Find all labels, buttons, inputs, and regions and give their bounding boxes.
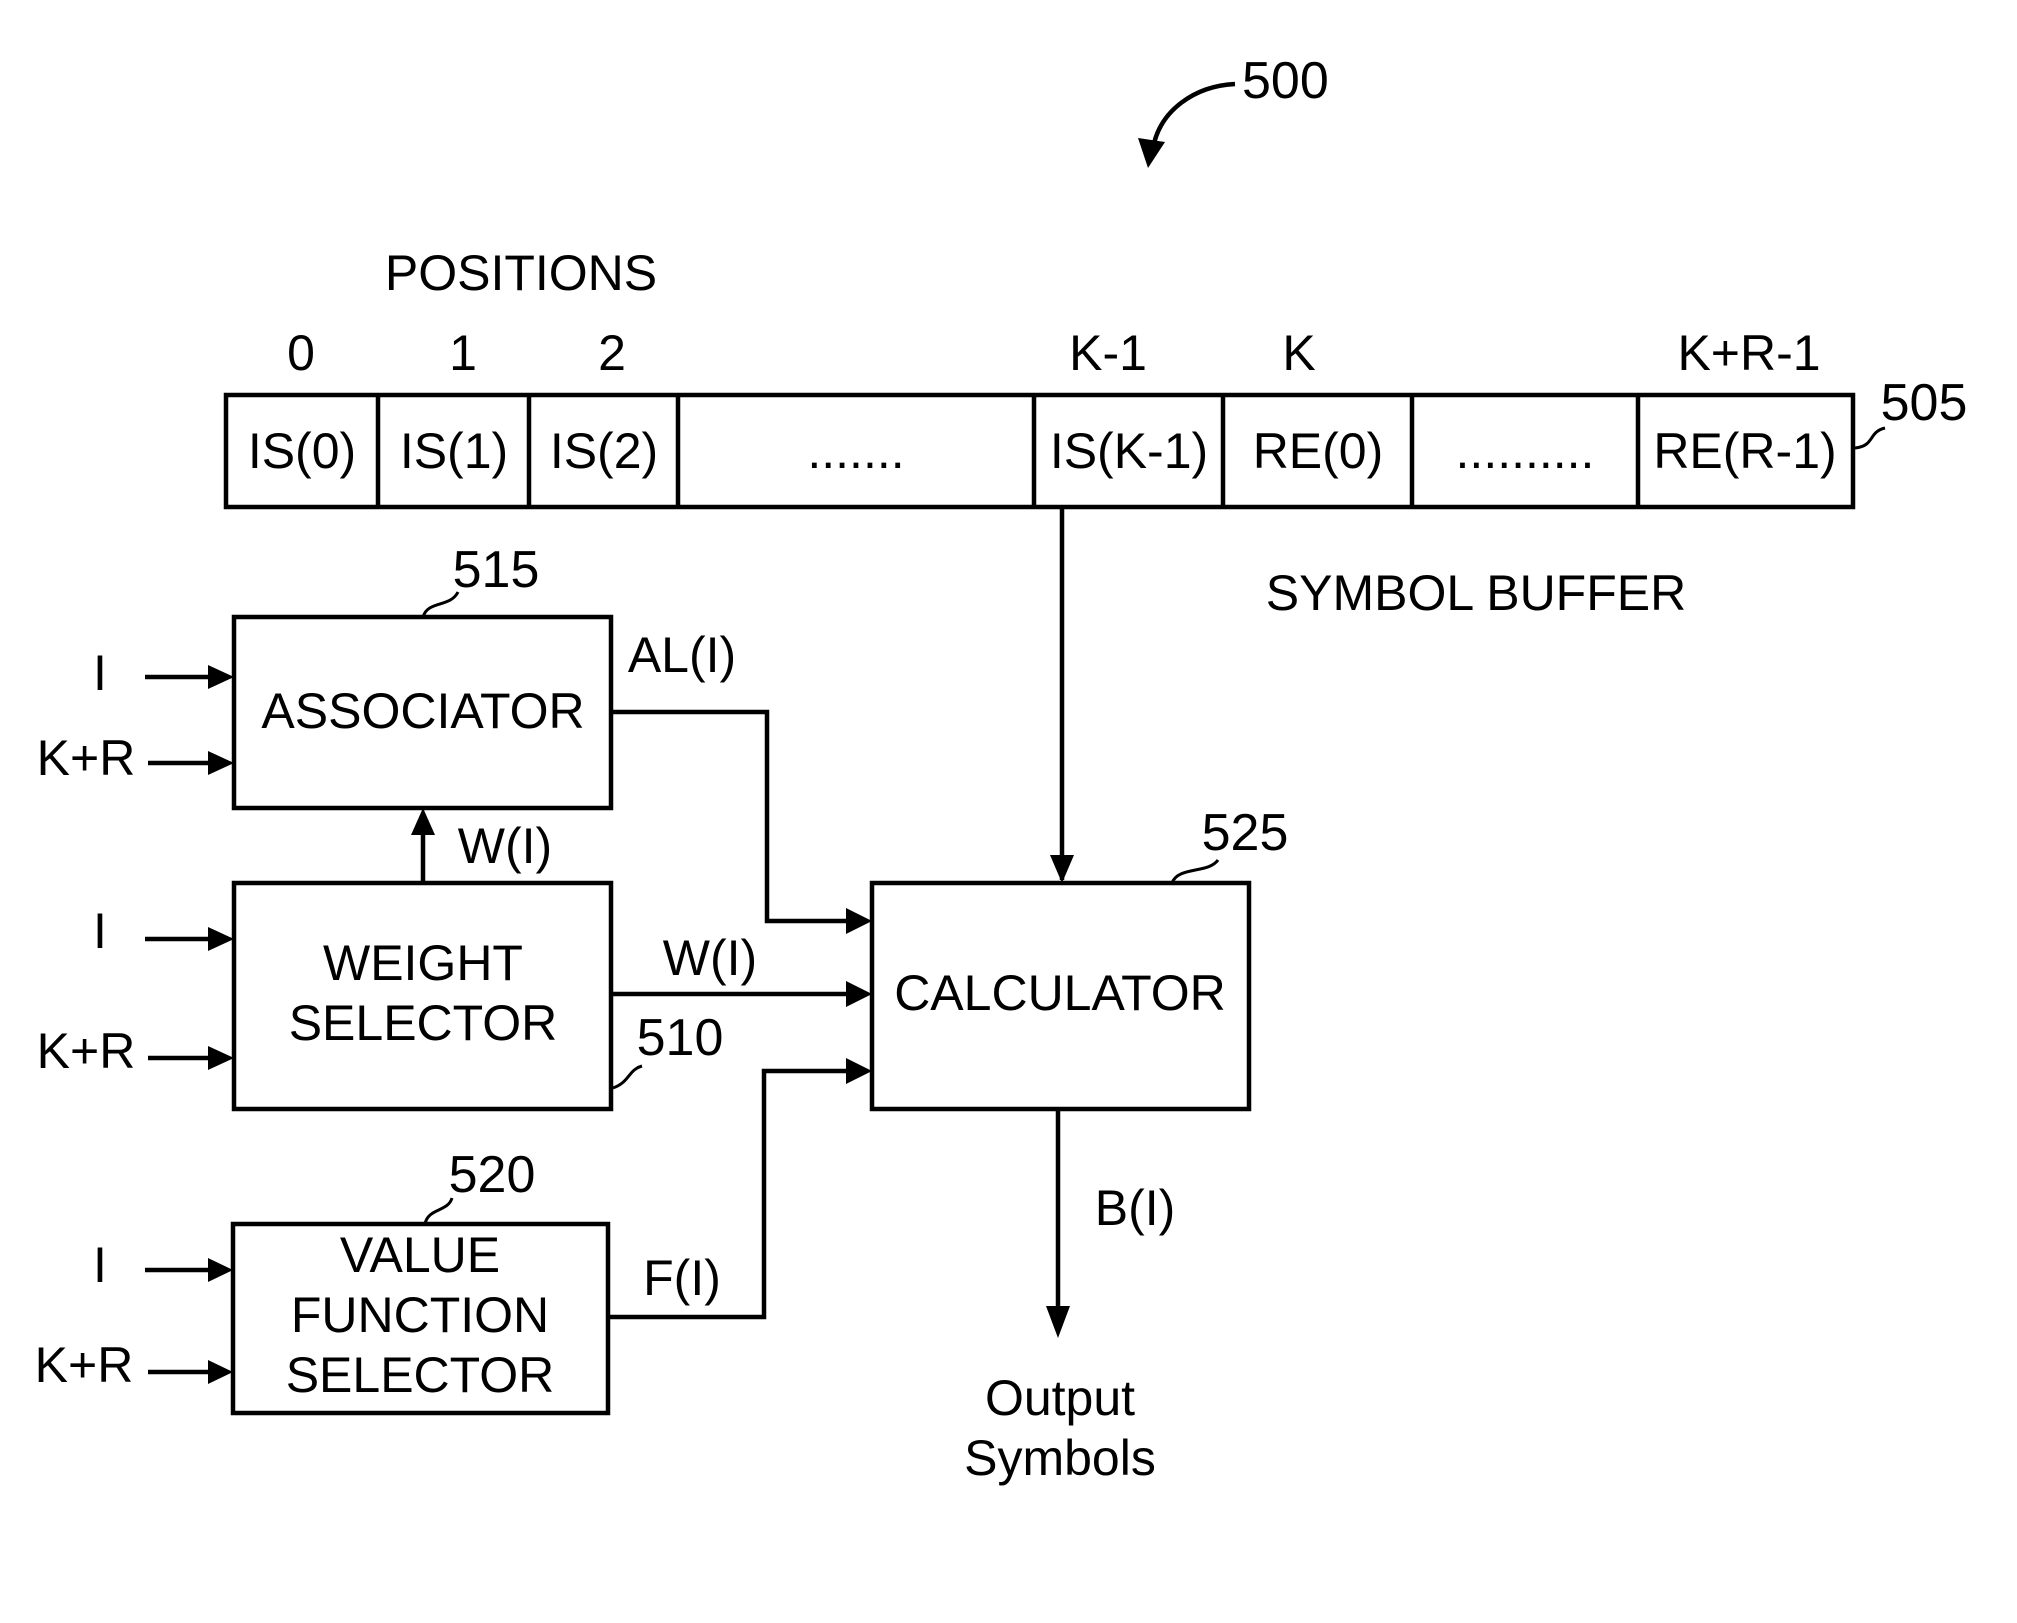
block-diagram: 500 POSITIONS 0 1 2 K-1 K K+R-1 IS(0) IS… (35, 52, 1968, 1486)
input-label: I (93, 903, 107, 959)
associator-block: 515 ASSOCIATOR I K+R AL(I) (37, 541, 736, 811)
position-label: K (1282, 325, 1315, 381)
al-output-line (611, 709, 850, 924)
buffer-cell: IS(2) (550, 423, 658, 479)
weight-selector-ref-number: 510 (637, 1009, 724, 1067)
position-label: 0 (287, 325, 315, 381)
weight-selector-block: WEIGHT SELECTOR W(I) I K+R W(I) 510 (37, 808, 872, 1112)
buffer-cell: IS(1) (400, 423, 508, 479)
arrowhead (846, 981, 872, 1007)
figure-reference: 500 (1138, 52, 1329, 168)
value-function-label-line: SELECTOR (286, 1347, 555, 1403)
weight-to-calculator-label: W(I) (663, 930, 757, 986)
arrowhead (208, 1258, 233, 1282)
buffer-title: SYMBOL BUFFER (1266, 565, 1686, 621)
buffer-cell: IS(K-1) (1050, 423, 1208, 479)
arrowhead (208, 1360, 233, 1384)
weight-selector-label-line: WEIGHT (323, 935, 523, 991)
calculator-ref-number: 525 (1202, 804, 1289, 862)
buffer-cell: ....... (807, 423, 904, 479)
buffer-cell: RE(0) (1253, 423, 1384, 479)
input-label: K+R (35, 1337, 134, 1393)
figure-number: 500 (1242, 52, 1329, 110)
figure-pointer-arrowhead (1138, 138, 1165, 168)
calculator-output-label: B(I) (1095, 1180, 1176, 1236)
input-label: K+R (37, 1023, 136, 1079)
value-function-ref-number: 520 (449, 1146, 536, 1204)
calculator-label: CALCULATOR (894, 965, 1226, 1021)
input-label: I (93, 1237, 107, 1293)
positions-heading: POSITIONS (385, 245, 657, 301)
arrowhead (411, 808, 435, 835)
position-label: 1 (449, 325, 477, 381)
input-label: K+R (37, 730, 136, 786)
arrowhead (1050, 855, 1074, 883)
arrowhead (1046, 1306, 1070, 1338)
position-label: K+R-1 (1677, 325, 1820, 381)
arrowhead (208, 665, 234, 689)
associator-output-label: AL(I) (628, 627, 736, 683)
figure-pointer-arrow (1150, 81, 1236, 149)
associator-label: ASSOCIATOR (261, 683, 584, 739)
weight-to-associator-label: W(I) (458, 818, 552, 874)
buffer-cell: .......... (1456, 423, 1595, 479)
value-function-label-line: VALUE (340, 1227, 500, 1283)
output-label-line: Symbols (964, 1430, 1156, 1486)
output-label-line: Output (985, 1370, 1135, 1426)
arrowhead (208, 927, 234, 951)
value-function-output-label: F(I) (643, 1250, 721, 1306)
position-label: K-1 (1069, 325, 1147, 381)
calculator-block: 525 CALCULATOR B(I) (869, 804, 1289, 1338)
value-function-selector-block: 520 VALUE FUNCTION SELECTOR I K+R F(I) (35, 1146, 721, 1416)
buffer-cell: IS(0) (248, 423, 356, 479)
input-label: I (93, 645, 107, 701)
arrowhead (208, 1046, 234, 1070)
calculator-leader-line (1170, 858, 1220, 884)
buffer-ref-number: 505 (1881, 374, 1968, 432)
value-function-label-line: FUNCTION (291, 1287, 549, 1343)
position-label: 2 (598, 325, 626, 381)
arrowhead (846, 1058, 872, 1084)
associator-ref-number: 515 (453, 541, 540, 599)
buffer-cell: RE(R-1) (1653, 423, 1836, 479)
arrowhead (208, 751, 234, 775)
arrowhead (846, 908, 872, 934)
weight-selector-leader-line (612, 1064, 643, 1090)
weight-selector-label-line: SELECTOR (289, 995, 558, 1051)
